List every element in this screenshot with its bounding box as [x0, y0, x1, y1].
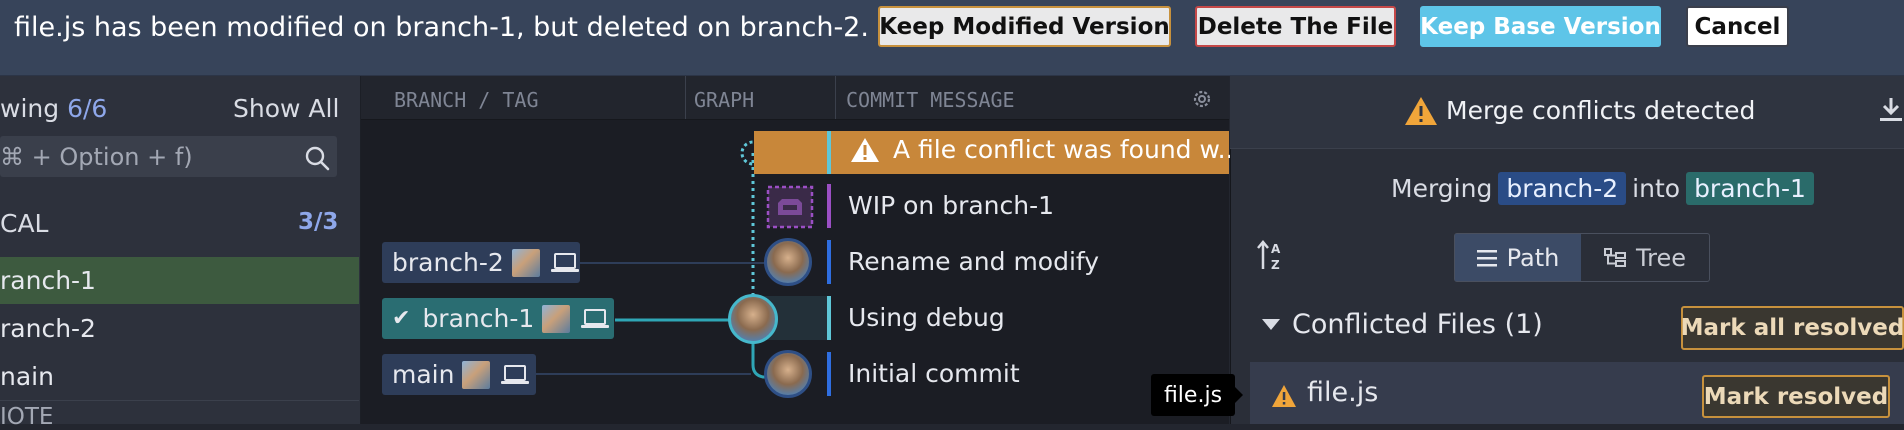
- path-view-label: Path: [1506, 243, 1560, 272]
- path-view-button[interactable]: Path: [1455, 234, 1581, 281]
- delete-file-button[interactable]: Delete The File: [1195, 6, 1396, 47]
- source-branch-chip: branch-2: [1498, 172, 1627, 205]
- laptop-icon: [581, 308, 610, 328]
- tree-view-button[interactable]: Tree: [1581, 234, 1709, 281]
- sidebar-item-label: ranch-1: [0, 266, 96, 295]
- target-branch-chip: branch-1: [1686, 172, 1814, 205]
- ref-tag-main[interactable]: main: [382, 354, 536, 395]
- mark-resolved-button[interactable]: Mark resolved: [1702, 375, 1890, 418]
- sidebar-item-main[interactable]: nain: [0, 353, 359, 400]
- sidebar-item-branch-2[interactable]: ranch-2: [0, 305, 359, 352]
- commit-message[interactable]: Using debug: [848, 303, 1005, 332]
- ref-tag-label: branch-1: [422, 304, 535, 333]
- tree-view-label: Tree: [1635, 243, 1686, 272]
- merge-title: Merge conflicts detected: [1446, 96, 1756, 125]
- search-icon[interactable]: [304, 145, 330, 171]
- keep-modified-button[interactable]: Keep Modified Version: [878, 6, 1171, 47]
- ref-tag-label: main: [392, 360, 455, 389]
- commit-message[interactable]: WIP on branch-1: [848, 191, 1054, 220]
- sidebar-item-label: nain: [0, 362, 54, 391]
- ref-tag-label: branch-2: [392, 248, 504, 277]
- divider: [0, 400, 359, 401]
- conflict-row-text: A file conflict was found w...: [893, 135, 1242, 164]
- sidebar: wing 6/6 Show All CAL 3/3 ranch-1 ranch-…: [0, 76, 361, 430]
- row-color-bar: [827, 184, 831, 228]
- column-divider[interactable]: [835, 76, 836, 119]
- tree-icon: [1603, 247, 1626, 267]
- ref-tag-branch-2[interactable]: branch-2: [382, 242, 580, 283]
- tooltip-arrow: [1233, 385, 1243, 405]
- commit-avatar[interactable]: [728, 294, 778, 344]
- local-count: 3/3: [298, 209, 339, 235]
- cancel-button[interactable]: Cancel: [1686, 6, 1789, 47]
- commit-message[interactable]: Initial commit: [848, 359, 1020, 388]
- column-commit-message[interactable]: COMMIT MESSAGE: [846, 88, 1015, 112]
- chevron-down-icon: [1262, 319, 1280, 330]
- filter-input[interactable]: [0, 136, 337, 177]
- gear-icon[interactable]: [1191, 88, 1213, 110]
- keep-base-button[interactable]: Keep Base Version: [1420, 6, 1661, 47]
- row-color-bar: [827, 352, 831, 396]
- commit-message[interactable]: Rename and modify: [848, 247, 1099, 276]
- commit-avatar[interactable]: [764, 238, 812, 286]
- conflicted-files-header[interactable]: Conflicted Files (1): [1262, 309, 1543, 340]
- sidebar-item-branch-1[interactable]: ranch-1: [0, 257, 359, 304]
- conflicted-file-name[interactable]: file.js: [1307, 377, 1378, 408]
- ref-tag-branch-1[interactable]: ✔ branch-1: [382, 298, 614, 339]
- sort-az-icon[interactable]: A Z: [1256, 239, 1286, 273]
- laptop-icon: [501, 364, 530, 384]
- showing-text: wing: [0, 94, 60, 123]
- conflict-message: file.js has been modified on branch-1, b…: [14, 12, 869, 43]
- row-color-bar: [827, 296, 831, 340]
- row-color-bar: [827, 131, 831, 174]
- row-color-bar: [827, 240, 831, 284]
- showing-label: wing 6/6: [0, 94, 107, 123]
- svg-text:Z: Z: [1271, 258, 1280, 272]
- warning-icon: [851, 138, 879, 162]
- wip-node[interactable]: [766, 185, 814, 229]
- column-graph[interactable]: GRAPH: [694, 88, 754, 112]
- show-all-link[interactable]: Show All: [233, 94, 339, 123]
- remote-section-header[interactable]: IOTE: [0, 404, 53, 430]
- mark-all-resolved-button[interactable]: Mark all resolved: [1681, 306, 1904, 350]
- warning-icon: [1272, 385, 1296, 407]
- merging-word: Merging: [1391, 174, 1493, 203]
- column-divider[interactable]: [685, 76, 686, 119]
- column-branch-tag[interactable]: BRANCH / TAG: [394, 88, 539, 112]
- merging-summary: Merging branch-2 into branch-1: [1391, 172, 1820, 205]
- list-icon: [1476, 249, 1497, 266]
- warning-icon: [1405, 97, 1437, 125]
- into-word: into: [1632, 174, 1681, 203]
- commit-avatar[interactable]: [764, 350, 812, 398]
- svg-text:A: A: [1271, 242, 1281, 256]
- avatar: [542, 304, 571, 333]
- showing-count: 6/6: [67, 94, 108, 123]
- tooltip: file.js: [1151, 374, 1235, 416]
- laptop-icon: [550, 252, 579, 272]
- download-icon[interactable]: [1878, 96, 1904, 124]
- check-icon: ✔: [392, 306, 411, 331]
- sidebar-item-label: ranch-2: [0, 314, 96, 343]
- avatar: [511, 248, 540, 277]
- local-section-header[interactable]: CAL: [0, 209, 49, 238]
- avatar: [462, 360, 491, 389]
- conflicted-files-label: Conflicted Files (1): [1292, 309, 1543, 340]
